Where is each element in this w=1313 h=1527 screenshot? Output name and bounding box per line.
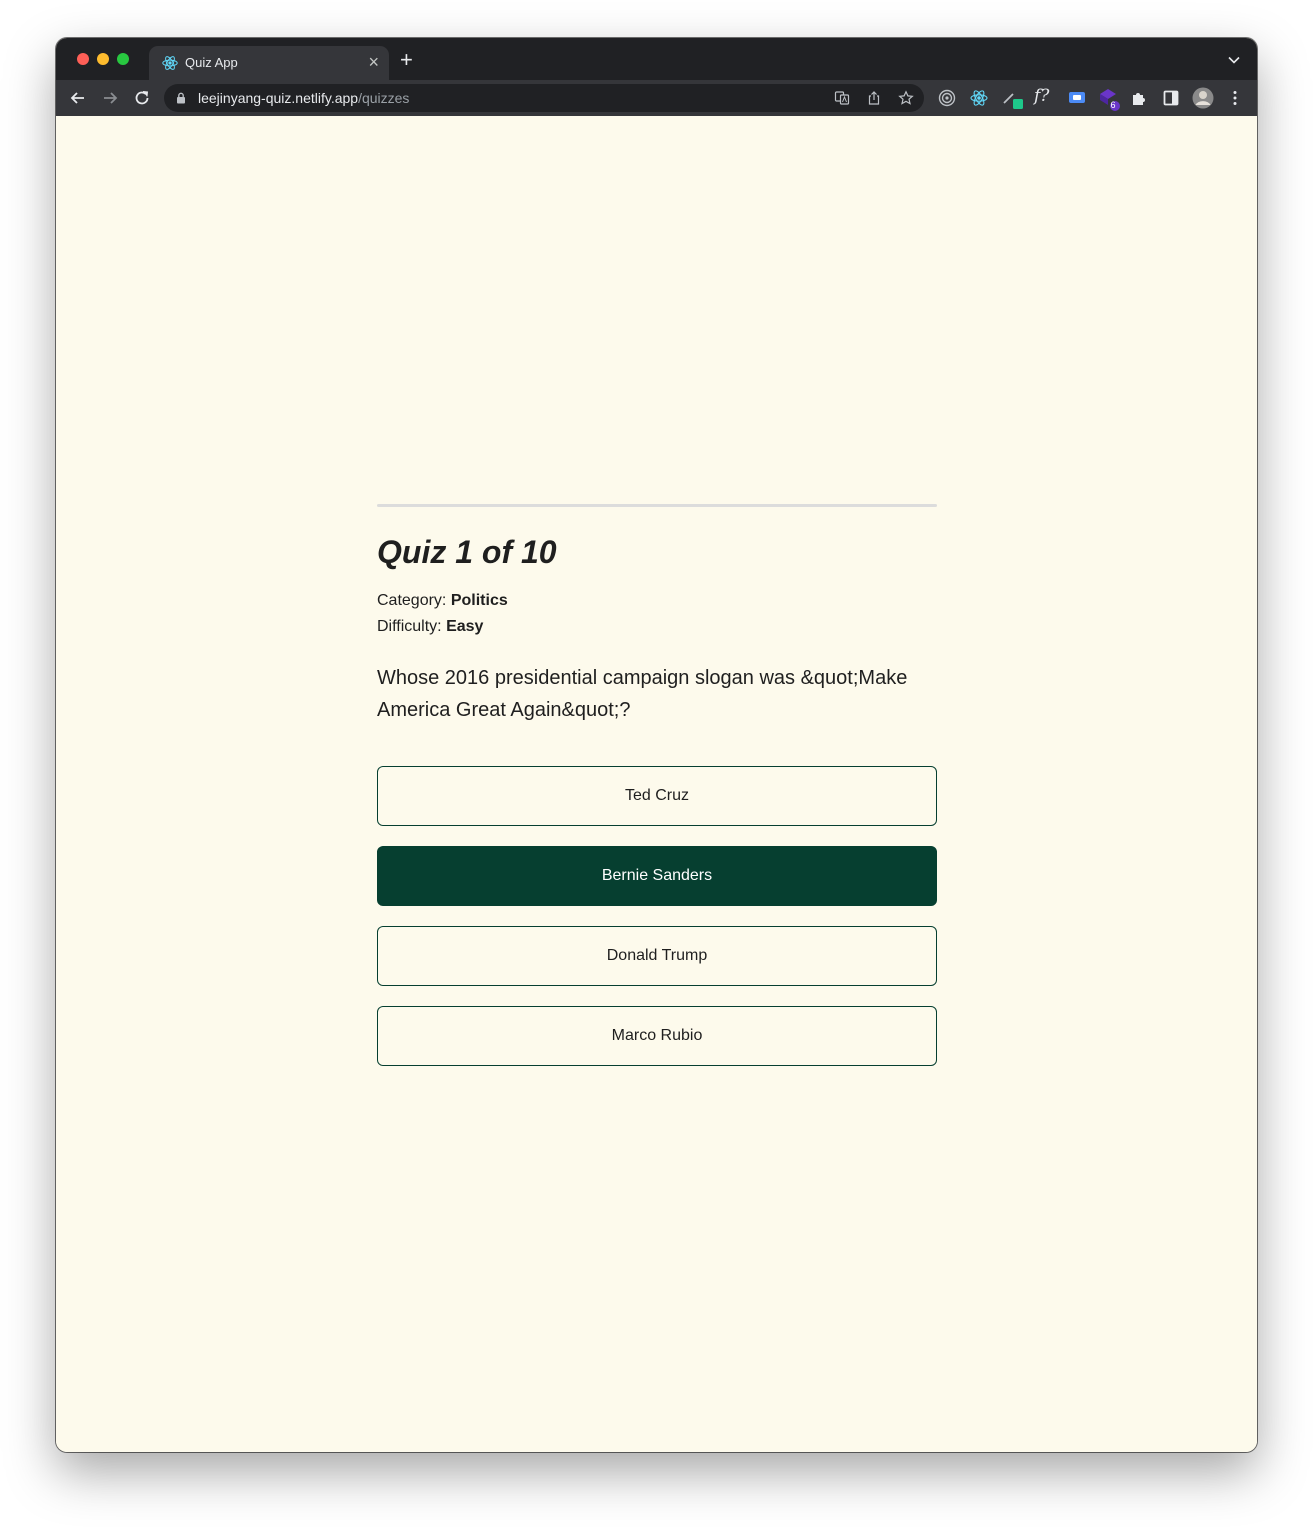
- close-window-button[interactable]: [77, 53, 89, 65]
- answer-button-donald-trump[interactable]: Donald Trump: [377, 926, 937, 986]
- forward-arrow-icon[interactable]: [100, 88, 120, 108]
- new-tab-button[interactable]: +: [400, 49, 413, 71]
- difficulty-line: Difficulty: Easy: [377, 618, 483, 636]
- maximize-window-button[interactable]: [117, 53, 129, 65]
- url-text: leejinyang-quiz.netlify.app/quizzes: [198, 90, 409, 106]
- pen-extension-icon[interactable]: [1001, 86, 1025, 110]
- answer-button-marco-rubio[interactable]: Marco Rubio: [377, 1006, 937, 1066]
- font-extension-icon[interactable]: f?: [1034, 86, 1058, 106]
- tab-title: Quiz App: [185, 55, 238, 70]
- profile-avatar[interactable]: [1192, 87, 1214, 109]
- page-content: Quiz 1 of 10 Category: Politics Difficul…: [56, 116, 1257, 1452]
- bracket-extension-icon[interactable]: [1067, 88, 1087, 108]
- extension-badge: 6: [1110, 100, 1116, 110]
- more-menu-icon[interactable]: [1225, 88, 1245, 108]
- category-label: Category:: [377, 592, 447, 609]
- browser-toolbar: leejinyang-quiz.netlify.app/quizzes f? 6: [56, 80, 1257, 116]
- minimize-window-button[interactable]: [97, 53, 109, 65]
- lock-icon: [177, 92, 185, 104]
- address-bar[interactable]: leejinyang-quiz.netlify.app/quizzes: [164, 84, 924, 112]
- close-tab-icon[interactable]: ×: [368, 52, 379, 72]
- star-icon[interactable]: [898, 90, 914, 106]
- quiz-title: Quiz 1 of 10: [377, 534, 557, 570]
- share-icon[interactable]: [866, 90, 882, 106]
- title-bar: Quiz App × +: [56, 38, 1257, 80]
- chevron-down-icon[interactable]: [1227, 53, 1241, 67]
- reload-icon[interactable]: [132, 88, 152, 108]
- url-path: /quizzes: [358, 90, 410, 106]
- browser-window: Quiz App × + leejinyang-quiz.netlify.app…: [56, 38, 1257, 1452]
- category-value: Politics: [450, 592, 508, 609]
- answer-button-bernie-sanders[interactable]: Bernie Sanders: [377, 846, 937, 906]
- react-icon: [162, 56, 178, 70]
- category-line: Category: Politics: [377, 592, 508, 610]
- progress-bar: [377, 504, 937, 507]
- puzzle-extensions-icon[interactable]: [1129, 88, 1149, 108]
- answer-button-ted-cruz[interactable]: Ted Cruz: [377, 766, 937, 826]
- difficulty-label: Difficulty:: [377, 618, 442, 635]
- side-panel-icon[interactable]: [1161, 88, 1181, 108]
- browser-tab[interactable]: Quiz App ×: [149, 46, 389, 80]
- difficulty-value: Easy: [446, 618, 484, 635]
- react-devtools-icon[interactable]: [969, 88, 989, 108]
- target-extension-icon[interactable]: [937, 88, 957, 108]
- url-host: leejinyang-quiz.netlify.app: [198, 90, 359, 106]
- back-arrow-icon[interactable]: [68, 88, 88, 108]
- translate-icon[interactable]: [834, 90, 850, 106]
- question-text: Whose 2016 presidential campaign slogan …: [377, 667, 908, 721]
